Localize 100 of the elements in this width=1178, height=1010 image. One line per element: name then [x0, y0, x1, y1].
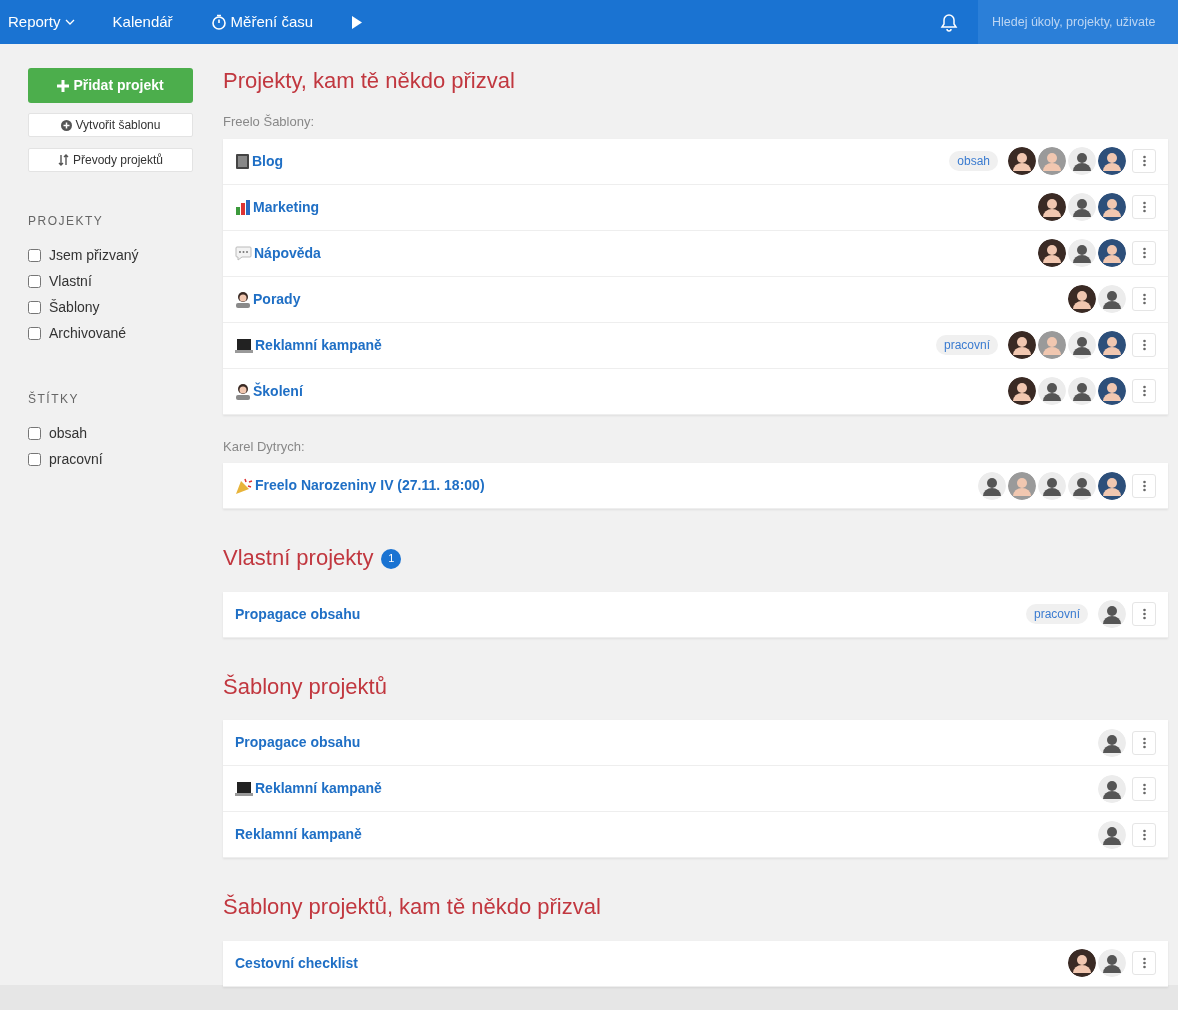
project-link[interactable]: Freelo Narozeniny IV (27.11. 18:00)	[235, 475, 485, 497]
filter-checkbox[interactable]	[28, 326, 41, 340]
sort-arrows-icon	[57, 154, 69, 166]
avatar	[1068, 285, 1096, 314]
avatar	[1098, 239, 1126, 268]
more-options-button[interactable]	[1132, 287, 1156, 312]
project-transfers-button[interactable]: Převody projektů	[28, 148, 193, 172]
filter-label: pracovní	[49, 449, 103, 469]
avatar	[1098, 949, 1126, 978]
project-link[interactable]: Reklamní kampaně	[235, 778, 382, 800]
more-options-button[interactable]	[1132, 195, 1156, 220]
kebab-icon	[1142, 339, 1146, 352]
laptop-icon	[235, 781, 253, 797]
kebab-icon	[1142, 957, 1146, 970]
party-popper-icon	[235, 476, 253, 495]
avatar	[1068, 471, 1096, 500]
kebab-icon	[1142, 385, 1146, 398]
filter-checkbox[interactable]	[28, 248, 41, 262]
avatar	[1098, 774, 1126, 803]
project-link[interactable]: Propagace obsahu	[235, 603, 361, 625]
book-icon	[235, 152, 250, 170]
kebab-icon	[1142, 736, 1146, 749]
project-link[interactable]: Marketing	[235, 196, 320, 218]
project-link[interactable]: Porady	[235, 288, 301, 310]
project-link[interactable]: Blog	[235, 150, 284, 172]
person-icon	[235, 382, 251, 400]
kebab-icon	[1142, 155, 1146, 168]
project-link[interactable]: Cestovní checklist	[235, 952, 358, 974]
tag-label: pracovní	[1025, 604, 1088, 625]
section-title: Projekty, kam tě někdo přizval	[223, 68, 515, 95]
project-link[interactable]: Školení	[235, 380, 303, 402]
project-link[interactable]: Propagace obsahu	[235, 732, 361, 754]
filter-heading: ŠTÍTKY	[28, 390, 80, 408]
project-link[interactable]: Reklamní kampaně	[235, 824, 362, 846]
avatar	[1008, 331, 1036, 360]
avatar	[1098, 147, 1126, 176]
section-title: Šablony projektů, kam tě někdo přizval	[223, 894, 601, 921]
filter-label: Šablony	[49, 297, 100, 317]
laptop-icon	[235, 337, 253, 353]
more-options-button[interactable]	[1132, 473, 1156, 498]
owner-label: Freelo Šablony:	[223, 113, 316, 132]
play-icon	[351, 14, 364, 30]
bar-chart-icon	[235, 198, 251, 216]
owner-label: Karel Dytrych:	[223, 437, 306, 456]
person-icon	[235, 290, 251, 308]
kebab-icon	[1142, 293, 1146, 306]
avatar	[1038, 377, 1066, 406]
filter-checkbox[interactable]	[28, 426, 41, 440]
more-options-button[interactable]	[1132, 776, 1156, 801]
filter-label: Jsem přizvaný	[49, 245, 139, 265]
filter-label: Vlastní	[49, 271, 92, 291]
avatar	[1098, 377, 1126, 406]
filter-checkbox[interactable]	[28, 274, 41, 288]
more-options-button[interactable]	[1132, 951, 1156, 976]
avatar	[1068, 377, 1096, 406]
avatar	[1098, 193, 1126, 222]
play-button[interactable]	[351, 14, 364, 30]
kebab-icon	[1142, 201, 1146, 214]
avatar	[1068, 949, 1096, 978]
avatar	[1008, 147, 1036, 176]
project-link[interactable]: Reklamní kampaně	[235, 334, 382, 356]
more-options-button[interactable]	[1132, 241, 1156, 266]
section-title: Vlastní projekty	[223, 545, 374, 572]
filter-checkbox[interactable]	[28, 300, 41, 314]
section-title: Šablony projektů	[223, 673, 387, 701]
avatar	[1008, 377, 1036, 406]
kebab-icon	[1142, 608, 1146, 621]
more-options-button[interactable]	[1132, 730, 1156, 755]
filter-label: Archivované	[49, 323, 127, 343]
more-options-button[interactable]	[1132, 379, 1156, 404]
create-template-button[interactable]: Vytvořit šablonu	[28, 113, 193, 137]
avatar	[1098, 728, 1126, 757]
kebab-icon	[1142, 479, 1146, 492]
more-options-button[interactable]	[1132, 333, 1156, 358]
avatar	[1098, 331, 1126, 360]
avatar	[1038, 239, 1066, 268]
add-project-button[interactable]: Přidat projekt	[28, 68, 193, 103]
avatar	[1038, 331, 1066, 360]
tag-label: obsah	[949, 151, 998, 172]
avatar	[1068, 331, 1096, 360]
more-options-button[interactable]	[1132, 602, 1156, 627]
notification-bell-icon[interactable]	[940, 12, 958, 32]
speech-bubble-icon	[235, 245, 252, 262]
plus-circle-icon	[60, 119, 72, 131]
kebab-icon	[1142, 247, 1146, 260]
more-options-button[interactable]	[1132, 149, 1156, 174]
avatar	[1038, 193, 1066, 222]
search-field[interactable]: Hledej úkoly, projekty, uživate	[978, 0, 1178, 44]
avatar	[1098, 820, 1126, 849]
filter-checkbox[interactable]	[28, 452, 41, 466]
project-link[interactable]: Nápověda	[235, 242, 321, 264]
more-options-button[interactable]	[1132, 822, 1156, 847]
filter-label: obsah	[49, 423, 88, 443]
avatar	[1038, 471, 1066, 500]
reports-menu[interactable]: Reporty	[8, 10, 75, 34]
count-badge: 1	[381, 548, 402, 569]
avatar	[1098, 471, 1126, 500]
chevron-down-icon	[64, 18, 75, 26]
time-tracking-link[interactable]: Měření času	[210, 10, 314, 34]
nav-link[interactable]: Kalendář	[112, 10, 173, 34]
